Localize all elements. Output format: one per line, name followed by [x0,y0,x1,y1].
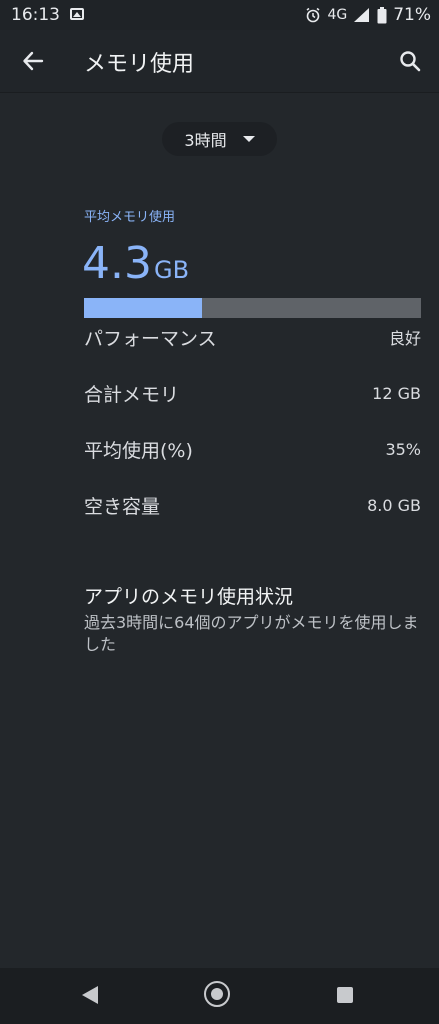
status-icons: 4G 71% [305,5,431,25]
app-memory-usage-summary: 過去3時間に64個のアプリがメモリを使用しました [84,613,419,654]
time-range-value: 3時間 [184,131,227,150]
gallery-notification-icon [70,8,84,20]
nav-back-icon[interactable] [82,986,98,1004]
stat-label: 空き容量 [84,495,161,518]
navigation-bar [0,968,439,1024]
battery-icon [377,6,387,23]
stat-value: 良好 [388,329,421,348]
average-value-unit: GB [153,256,190,284]
caret-down-icon [242,136,255,142]
arrow-back-icon [23,51,44,71]
signal-icon [354,8,370,22]
average-memory-label: 平均メモリ使用 [84,210,176,225]
search-button[interactable] [395,46,425,76]
stat-label: 平均使用(%) [84,439,193,462]
nav-recents-icon[interactable] [337,987,353,1003]
status-bar: 16:13 4G 71% [0,0,439,30]
average-memory-value: 4.3GB [82,238,189,289]
status-time: 16:13 [11,5,60,25]
page-title: メモリ使用 [84,52,195,77]
stat-row-average-usage: 平均使用(%) 35% [84,434,421,464]
time-range-dropdown[interactable]: 3時間 [162,122,277,156]
stat-value: 12 GB [372,383,421,403]
nav-home-icon[interactable] [204,981,230,1007]
memory-usage-bar-fill [84,298,202,318]
network-type: 4G [327,7,348,23]
stat-row-performance: パフォーマンス 良好 [84,322,421,352]
stat-value: 8.0 GB [367,495,421,515]
stat-row-total-memory: 合計メモリ 12 GB [84,378,421,408]
memory-usage-bar [84,298,421,318]
stat-label: 合計メモリ [84,383,180,406]
app-memory-usage-link[interactable]: アプリのメモリ使用状況 [84,582,293,609]
stat-label: パフォーマンス [84,327,217,350]
search-icon [400,51,421,72]
battery-percent: 71% [393,5,431,25]
stat-value: 35% [385,439,421,459]
average-value-number: 4.3 [82,238,152,289]
stat-row-free-space: 空き容量 8.0 GB [84,490,421,520]
app-bar: メモリ使用 [0,30,439,93]
alarm-icon [306,7,320,23]
back-button[interactable] [18,46,48,76]
